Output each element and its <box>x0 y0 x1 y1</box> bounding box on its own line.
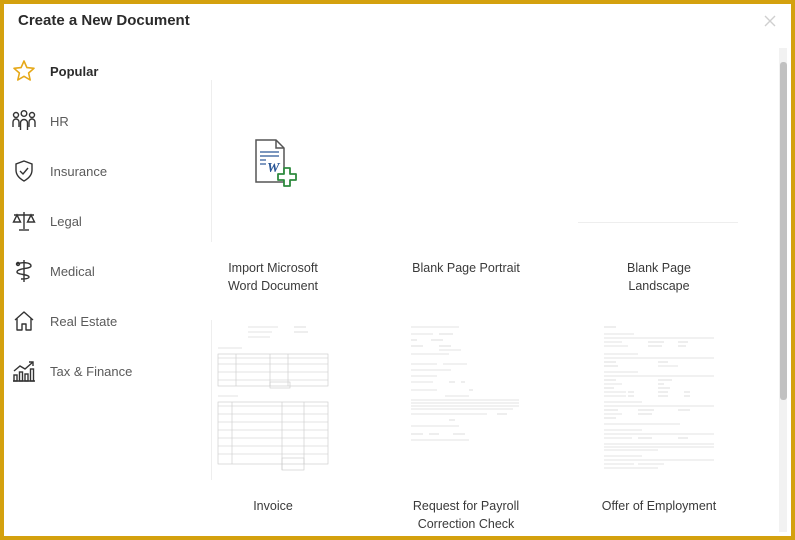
template-thumbnail <box>598 320 720 480</box>
word-import-icon: W <box>252 138 304 192</box>
dialog-title: Create a New Document <box>18 12 190 29</box>
sidebar-item-label: Real Estate <box>50 313 118 329</box>
template-caption: Invoice <box>253 499 293 513</box>
sidebar-item-label: Insurance <box>50 163 108 179</box>
template-caption: Blank Page Landscape <box>627 261 691 293</box>
scrollbar-thumb[interactable] <box>780 62 787 400</box>
house-icon <box>10 307 38 335</box>
template-caption: Import Microsoft Word Document <box>227 261 319 293</box>
template-thumbnail <box>403 320 525 480</box>
template-thumbnail <box>211 320 334 480</box>
chart-growth-icon <box>10 357 38 385</box>
people-icon <box>10 107 38 135</box>
close-icon[interactable] <box>763 14 777 28</box>
sidebar-item-real-estate[interactable]: Real Estate <box>10 303 190 339</box>
sidebar-item-insurance[interactable]: Insurance <box>10 153 190 189</box>
star-icon <box>10 57 38 85</box>
sidebar-item-legal[interactable]: Legal <box>10 203 190 239</box>
sidebar-item-medical[interactable]: Medical <box>10 253 190 289</box>
template-caption: Blank Page Portrait <box>412 261 520 275</box>
scales-icon <box>10 207 38 235</box>
sidebar-item-tax-finance[interactable]: Tax & Finance <box>10 353 190 389</box>
caduceus-icon <box>10 257 38 285</box>
sidebar-item-label: HR <box>50 113 69 129</box>
sidebar-item-label: Medical <box>50 263 95 279</box>
template-caption: Request for Payroll Correction Check <box>412 499 520 531</box>
sidebar-item-label: Legal <box>50 213 82 229</box>
sidebar-item-label: Popular <box>50 63 99 79</box>
sidebar-item-hr[interactable]: HR <box>10 103 190 139</box>
template-caption: Offer of Employment <box>601 499 717 513</box>
template-thumbnail <box>578 80 738 223</box>
template-thumbnail <box>403 80 525 242</box>
shield-check-icon <box>10 157 38 185</box>
sidebar-item-label: Tax & Finance <box>50 363 133 379</box>
sidebar-item-popular[interactable]: Popular <box>10 53 190 89</box>
